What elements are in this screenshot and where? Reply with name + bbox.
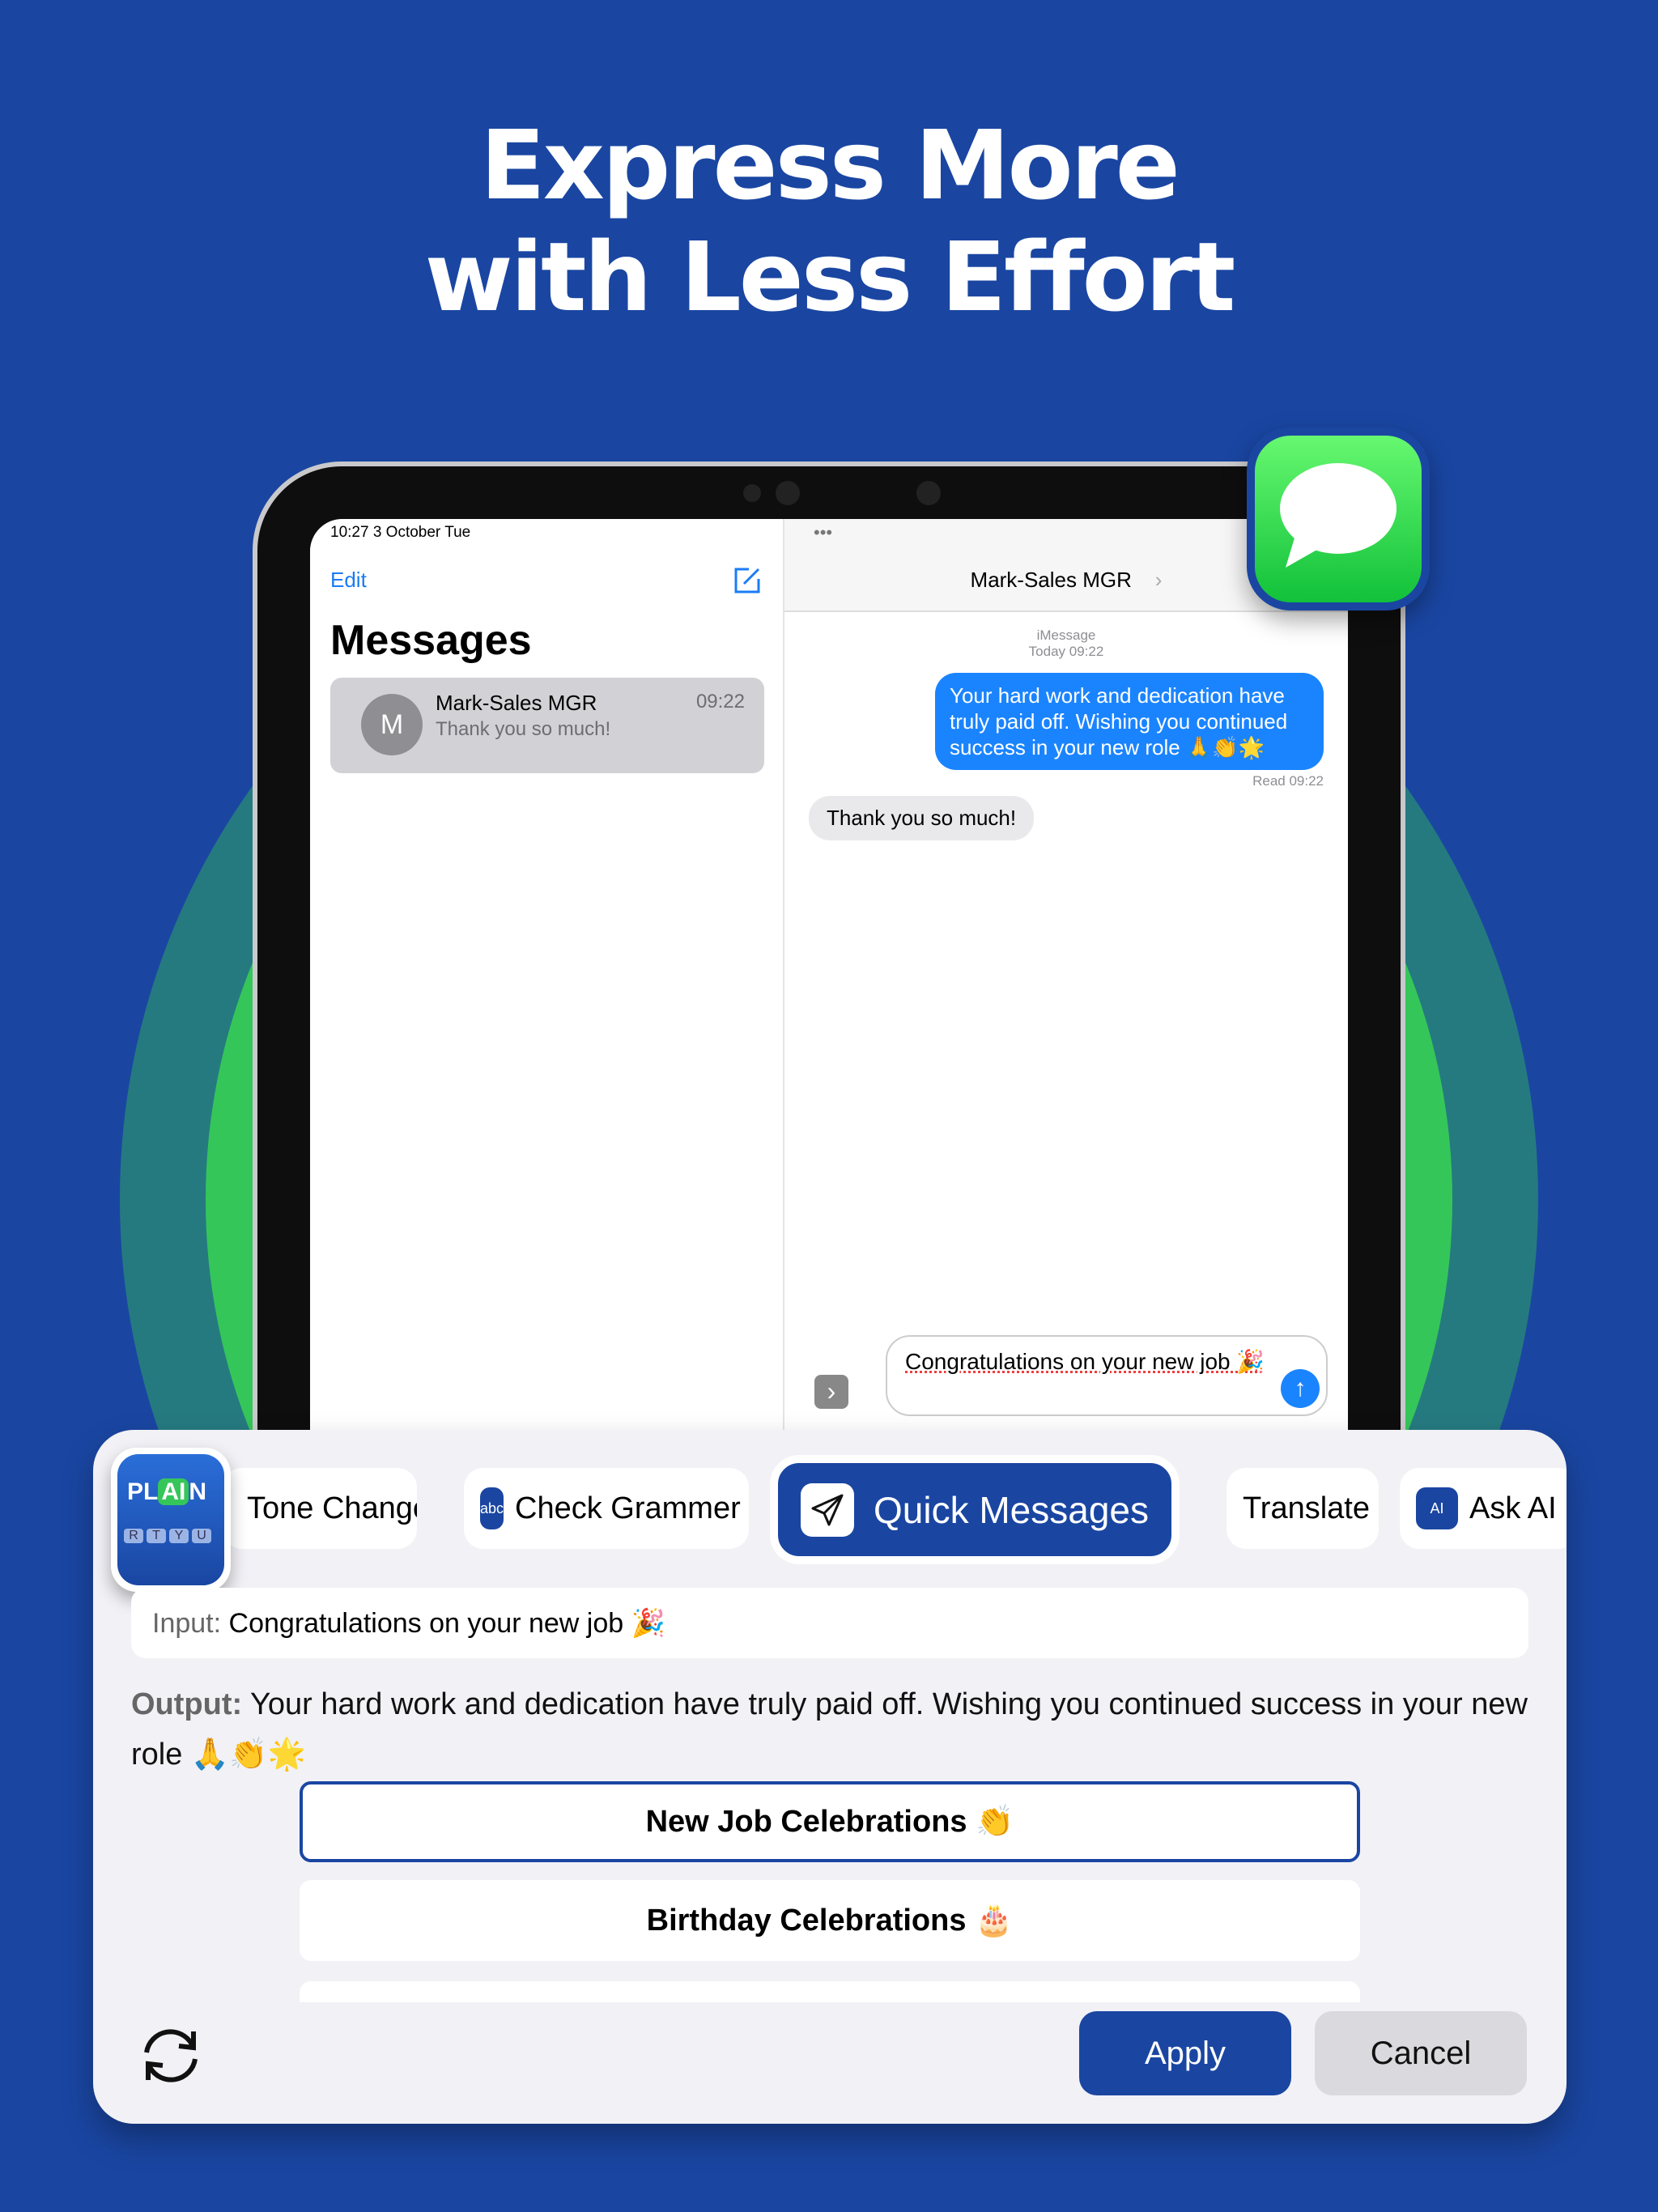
conversation-row[interactable]: M Mark-Sales MGR Thank you so much! 09:2…: [330, 678, 764, 773]
tab-label: Translate: [1243, 1491, 1370, 1525]
cancel-button[interactable]: Cancel: [1315, 2011, 1527, 2095]
chat-pane: ••• Mark-Sales MGR › iMessage Today 09:2…: [784, 519, 1348, 1434]
conversation-name: Mark-Sales MGR: [436, 691, 597, 715]
logo-key: Y: [169, 1529, 189, 1543]
tab-label: Check Grammer: [515, 1491, 741, 1525]
messages-sidebar: 10:27 3 October Tue Edit Messages M Mark…: [310, 519, 784, 1434]
chevron-right-icon: ›: [1154, 568, 1163, 592]
input-field: Input: Congratulations on your new job 🎉: [131, 1588, 1528, 1658]
page-title: Messages: [330, 617, 532, 664]
chat-meta: iMessage Today 09:22: [784, 627, 1348, 660]
input-label: Input:: [152, 1608, 222, 1639]
apply-button[interactable]: Apply: [1079, 2011, 1291, 2095]
tab-label: Ask AI: [1469, 1491, 1557, 1525]
message-input-text: Congratulations on your new job 🎉: [905, 1349, 1265, 1374]
input-value: Congratulations on your new job 🎉: [228, 1608, 665, 1639]
tab-translate[interactable]: Translate: [1226, 1468, 1379, 1549]
status-bar: 10:27 3 October Tue: [330, 524, 471, 541]
option-new-job-celebrations[interactable]: New Job Celebrations 👏: [300, 1781, 1360, 1862]
ipad-screen: 10:27 3 October Tue Edit Messages M Mark…: [310, 519, 1348, 1434]
paper-plane-icon: [801, 1482, 854, 1537]
tab-label: Tone Changer: [247, 1491, 417, 1525]
chat-timestamp: Today 09:22: [1028, 644, 1104, 659]
expand-apps-icon[interactable]: ›: [814, 1375, 848, 1409]
tab-tone-changer[interactable]: Tone Changer: [223, 1468, 417, 1549]
option-partial[interactable]: [300, 1981, 1360, 2002]
logo-keys: R T Y U: [124, 1529, 211, 1543]
outgoing-message: Your hard work and dedication have truly…: [935, 673, 1324, 770]
speech-bubble-icon: [1280, 463, 1397, 568]
edit-button[interactable]: Edit: [330, 568, 367, 593]
messages-app-icon: [1247, 428, 1430, 610]
headline: Express More with Less Effort: [0, 109, 1658, 333]
output-label: Output:: [131, 1687, 243, 1721]
send-arrow-icon[interactable]: ↑: [1281, 1369, 1320, 1408]
option-birthday-celebrations[interactable]: Birthday Celebrations 🎂: [300, 1880, 1360, 1961]
tab-quick-messages[interactable]: Quick Messages: [772, 1457, 1178, 1563]
camera-sensor: [916, 481, 941, 505]
logo-key: R: [124, 1529, 143, 1543]
tab-label: Quick Messages: [874, 1488, 1150, 1531]
camera-sensor: [743, 484, 761, 502]
refresh-icon[interactable]: [137, 2025, 205, 2087]
logo-text-right: N: [189, 1478, 207, 1505]
headline-line2: with Less Effort: [424, 221, 1236, 333]
conversation-time: 09:22: [695, 691, 745, 713]
headline-line1: Express More: [480, 109, 1180, 221]
tab-check-grammer[interactable]: abc Check Grammer: [464, 1468, 749, 1549]
avatar: M: [361, 694, 423, 755]
logo-key: U: [192, 1529, 211, 1543]
output-text: Output: Your hard work and dedication ha…: [131, 1679, 1528, 1780]
grammar-check-icon: abc: [480, 1487, 504, 1529]
output-value: Your hard work and dedication have truly…: [131, 1687, 1528, 1772]
logo-text-left: PL: [127, 1478, 159, 1505]
logo-text: PL AI N: [127, 1478, 206, 1506]
camera-icon: [776, 481, 800, 505]
tab-ask-ai[interactable]: AI Ask AI: [1400, 1468, 1567, 1549]
plain-ai-logo: PL AI N R T Y U: [111, 1448, 231, 1592]
incoming-message: Thank you so much!: [809, 796, 1035, 840]
contact-name-text: Mark-Sales MGR: [970, 568, 1132, 592]
message-input[interactable]: Congratulations on your new job 🎉 ↑: [886, 1335, 1328, 1416]
service-label: iMessage: [1036, 627, 1096, 643]
compose-icon[interactable]: [733, 566, 762, 595]
plain-ai-keyboard-panel: Tone Changer abc Check Grammer Quick Mess…: [93, 1430, 1567, 2124]
conversation-preview: Thank you so much!: [436, 718, 611, 740]
read-receipt: Read 09:22: [1252, 773, 1324, 789]
more-icon[interactable]: •••: [814, 522, 832, 543]
logo-key: T: [147, 1529, 166, 1543]
ai-chat-icon: AI: [1416, 1487, 1458, 1529]
logo-text-ai: AI: [158, 1478, 189, 1505]
